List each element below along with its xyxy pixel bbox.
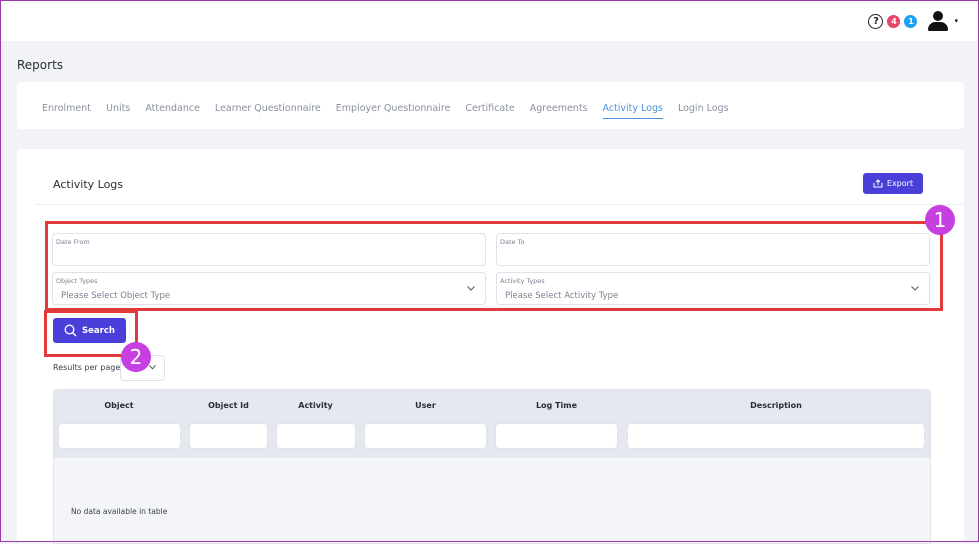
page-title: Reports <box>17 58 64 72</box>
tab-learner-questionnaire[interactable]: Learner Questionnaire <box>215 103 321 119</box>
filter-input-log-time[interactable] <box>495 423 618 449</box>
tab-units[interactable]: Units <box>106 103 130 119</box>
header-actions: ? 4 1 ▾ <box>868 11 958 31</box>
export-icon <box>873 179 883 188</box>
highlight-box-filters <box>45 221 943 311</box>
empty-table-message: No data available in table <box>71 507 168 516</box>
export-button[interactable]: Export <box>863 173 923 194</box>
chevron-down-icon <box>149 365 156 370</box>
column-header-object[interactable]: Object <box>57 401 181 410</box>
tab-agreements[interactable]: Agreements <box>530 103 588 119</box>
filter-input-object-id[interactable] <box>189 423 268 449</box>
column-header-log-time[interactable]: Log Time <box>495 401 618 410</box>
filter-input-activity[interactable] <box>276 423 356 449</box>
column-header-activity[interactable]: Activity <box>276 401 355 410</box>
section-title: Activity Logs <box>53 178 124 191</box>
avatar-body <box>928 22 949 31</box>
tab-login-logs[interactable]: Login Logs <box>678 103 729 119</box>
tab-enrolment[interactable]: Enrolment <box>42 103 91 119</box>
filter-input-object[interactable] <box>58 423 181 449</box>
export-label: Export <box>886 179 914 188</box>
step-marker-1: 1 <box>925 205 955 235</box>
activity-logs-table: Object Object Id Activity User Log Time … <box>53 389 931 544</box>
results-per-page-label: Results per page <box>53 363 121 372</box>
help-icon[interactable]: ? <box>868 13 884 29</box>
report-tabs-card: Enrolment Units Attendance Learner Quest… <box>17 82 964 129</box>
tab-activity-logs[interactable]: Activity Logs <box>602 103 663 119</box>
notification-badge[interactable]: 4 <box>887 14 901 28</box>
step-marker-2: 2 <box>121 342 151 372</box>
tab-employer-questionnaire[interactable]: Employer Questionnaire <box>336 103 451 119</box>
column-header-user[interactable]: User <box>364 401 487 410</box>
user-avatar-icon[interactable] <box>927 11 949 31</box>
message-badge[interactable]: 1 <box>904 14 918 28</box>
tab-certificate[interactable]: Certificate <box>465 103 514 119</box>
report-tabs: Enrolment Units Attendance Learner Quest… <box>42 103 744 119</box>
avatar-head <box>933 11 944 21</box>
top-bar: ? 4 1 ▾ <box>1 1 978 41</box>
user-menu-caret-icon[interactable]: ▾ <box>954 17 958 25</box>
filter-input-description[interactable] <box>627 423 925 449</box>
divider <box>35 204 965 205</box>
column-header-object-id[interactable]: Object Id <box>189 401 268 410</box>
column-header-description[interactable]: Description <box>627 401 925 410</box>
filter-input-user[interactable] <box>364 423 487 449</box>
tab-attendance[interactable]: Attendance <box>145 103 200 119</box>
table-header: Object Object Id Activity User Log Time … <box>54 390 930 458</box>
